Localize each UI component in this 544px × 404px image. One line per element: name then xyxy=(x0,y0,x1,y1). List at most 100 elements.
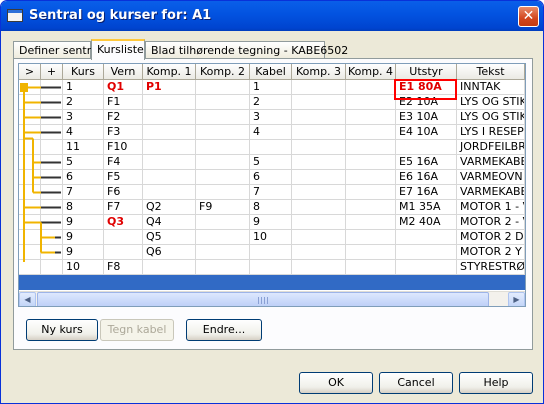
cell-kabel: 3 xyxy=(250,110,292,125)
endre-button[interactable]: Endre... xyxy=(186,319,262,341)
cell-expand xyxy=(19,110,41,125)
cell-komp3 xyxy=(292,260,346,275)
cell-komp3 xyxy=(292,125,346,140)
dialog-window: Sentral og kurser for: A1 ✕ Definer sent… xyxy=(0,0,544,404)
ny-kurs-button[interactable]: Ny kurs xyxy=(26,319,98,341)
scroll-thumb[interactable] xyxy=(37,292,489,306)
cell-kabel: 4 xyxy=(250,125,292,140)
selected-empty-row[interactable] xyxy=(19,275,525,290)
table-row[interactable]: 8 F7 Q2 F9 8 M1 35A MOTOR 1 - V xyxy=(19,200,525,215)
cell-komp3 xyxy=(292,215,346,230)
cell-plus xyxy=(41,260,63,275)
cell-utstyr: E5 16A xyxy=(396,155,457,170)
title-bar[interactable]: Sentral og kurser for: A1 ✕ xyxy=(1,1,543,31)
grip-icon xyxy=(258,297,268,304)
grid-header: > + Kurs Vern Komp. 1 Komp. 2 Kabel Komp. 3 Komp… xyxy=(19,64,525,80)
app-icon xyxy=(7,9,23,22)
cell-komp3 xyxy=(292,230,346,245)
column-header-utstyr[interactable]: Utstyr xyxy=(396,64,457,80)
cell-plus xyxy=(41,125,63,140)
cell-komp2 xyxy=(196,260,250,275)
cell-vern: F8 xyxy=(104,260,143,275)
cell-kabel: 10 xyxy=(250,230,292,245)
cell-komp4 xyxy=(346,215,396,230)
cell-utstyr: E1 80A xyxy=(396,80,457,95)
cell-komp2 xyxy=(196,215,250,230)
column-header-komp4[interactable]: Komp. 4 xyxy=(346,64,396,80)
cell-vern xyxy=(104,245,143,260)
column-header-komp2[interactable]: Komp. 2 xyxy=(196,64,250,80)
cell-kabel xyxy=(250,245,292,260)
column-header-expand[interactable]: > xyxy=(19,64,41,80)
column-header-komp1[interactable]: Komp. 1 xyxy=(143,64,196,80)
table-row[interactable]: 1 Q1 P1 1 E1 80A INNTAK xyxy=(19,80,525,95)
table-row[interactable]: 9 Q5 10 MOTOR 2 D xyxy=(19,230,525,245)
cell-utstyr: E7 16A xyxy=(396,185,457,200)
cell-komp4 xyxy=(346,140,396,155)
cell-kurs: 7 xyxy=(63,185,104,200)
close-icon: ✕ xyxy=(522,8,535,24)
table-row[interactable]: 3 F2 3 E3 10A LYS OG STIK xyxy=(19,110,525,125)
table-row[interactable]: 10 F8 STYRESTRØ xyxy=(19,260,525,275)
cell-komp2: F9 xyxy=(196,200,250,215)
table-row[interactable]: 7 F6 7 E7 16A VARMEKABE xyxy=(19,185,525,200)
cell-plus xyxy=(41,215,63,230)
cell-utstyr: M2 40A xyxy=(396,215,457,230)
cell-komp3 xyxy=(292,185,346,200)
cell-expand xyxy=(19,215,41,230)
table-row[interactable]: 9 Q3 Q4 9 M2 40A MOTOR 2 - V xyxy=(19,215,525,230)
column-header-kabel[interactable]: Kabel xyxy=(250,64,292,80)
table-row[interactable]: 2 F1 2 E2 10A LYS OG STIK xyxy=(19,95,525,110)
cell-komp4 xyxy=(346,155,396,170)
tegn-kabel-button[interactable]: Tegn kabel xyxy=(100,319,174,341)
cell-komp2 xyxy=(196,95,250,110)
cell-komp2 xyxy=(196,155,250,170)
column-header-kurs[interactable]: Kurs xyxy=(63,64,104,80)
tab-kursliste[interactable]: Kursliste xyxy=(91,39,145,60)
table-row[interactable]: 11 F10 JORDFEILBR xyxy=(19,140,525,155)
cell-komp4 xyxy=(346,170,396,185)
cell-komp4 xyxy=(346,185,396,200)
ok-button[interactable]: OK xyxy=(299,372,373,394)
horizontal-scrollbar[interactable]: ◀ ▶ xyxy=(19,291,525,306)
cell-kabel xyxy=(250,140,292,155)
scroll-right-button[interactable]: ▶ xyxy=(508,292,525,306)
cell-vern: F10 xyxy=(104,140,143,155)
cell-komp4 xyxy=(346,125,396,140)
cell-kabel: 9 xyxy=(250,215,292,230)
column-header-vern[interactable]: Vern xyxy=(104,64,143,80)
cell-plus xyxy=(41,155,63,170)
cell-komp3 xyxy=(292,140,346,155)
table-row[interactable]: 5 F4 5 E5 16A VARMEKABE xyxy=(19,155,525,170)
column-header-tekst[interactable]: Tekst xyxy=(457,64,525,80)
scroll-left-button[interactable]: ◀ xyxy=(19,292,36,306)
cell-tekst: MOTOR 1 - V xyxy=(457,200,525,215)
cell-komp2 xyxy=(196,80,250,95)
cell-komp1: Q4 xyxy=(143,215,196,230)
column-header-komp3[interactable]: Komp. 3 xyxy=(292,64,346,80)
cell-expand xyxy=(19,170,41,185)
cell-komp1: Q5 xyxy=(143,230,196,245)
cell-komp2 xyxy=(196,140,250,155)
cell-vern: F7 xyxy=(104,200,143,215)
help-button[interactable]: Help xyxy=(459,372,533,394)
cell-expand xyxy=(19,155,41,170)
cell-utstyr xyxy=(396,245,457,260)
cell-komp3 xyxy=(292,95,346,110)
table-row[interactable]: 6 F5 6 E6 16A VARMEOVN xyxy=(19,170,525,185)
cell-vern: F5 xyxy=(104,170,143,185)
arrow-right-icon: ▶ xyxy=(513,295,520,304)
table-row[interactable]: 9 Q6 MOTOR 2 Y xyxy=(19,245,525,260)
close-button[interactable]: ✕ xyxy=(518,6,539,27)
column-header-plus[interactable]: + xyxy=(41,64,63,80)
cell-kurs: 6 xyxy=(63,170,104,185)
table-row[interactable]: 4 F3 4 E4 10A LYS I RESEP xyxy=(19,125,525,140)
cell-plus xyxy=(41,170,63,185)
cell-tekst: VARMEKABE xyxy=(457,155,525,170)
cell-vern: Q1 xyxy=(104,80,143,95)
cancel-button[interactable]: Cancel xyxy=(379,372,453,394)
cell-utstyr: M1 35A xyxy=(396,200,457,215)
cell-kurs: 8 xyxy=(63,200,104,215)
cell-kurs: 10 xyxy=(63,260,104,275)
cell-komp2 xyxy=(196,170,250,185)
